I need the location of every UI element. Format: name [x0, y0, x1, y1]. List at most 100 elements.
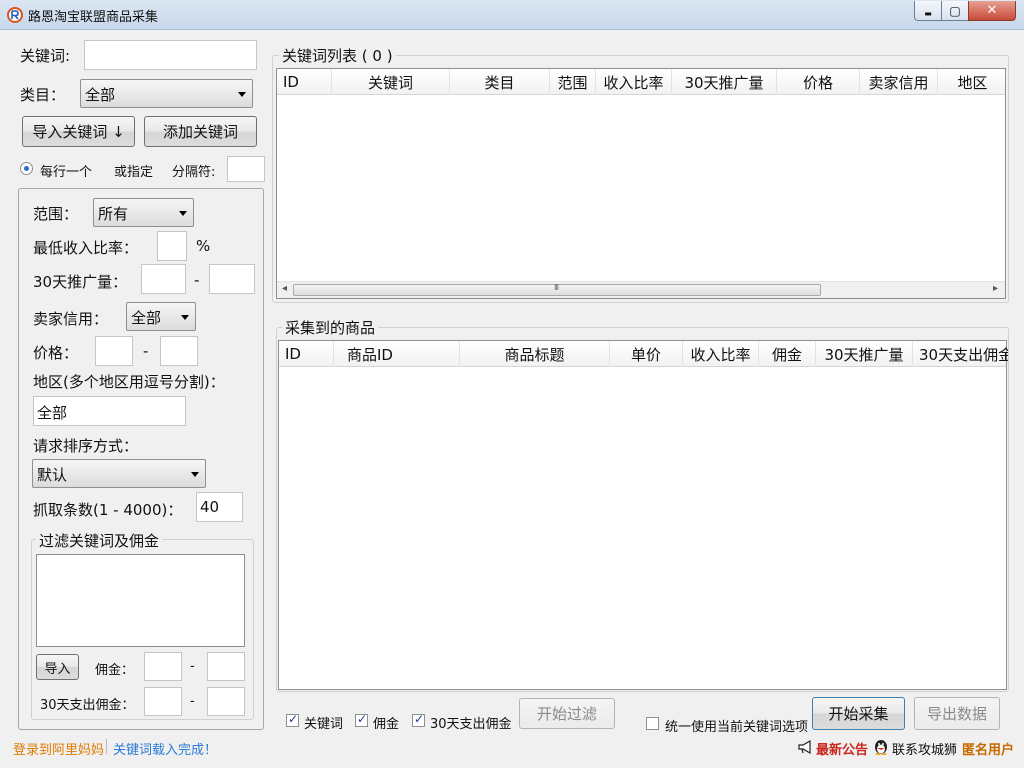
promo30-label: 30天推广量：: [33, 273, 128, 291]
keyword-checkbox-label: 关键词: [304, 717, 344, 732]
start-collect-button[interactable]: 开始采集: [812, 697, 905, 730]
scroll-grip-icon: III: [554, 283, 559, 292]
range-select-value: 所有: [98, 205, 129, 223]
keyword-checkbox[interactable]: [286, 712, 299, 727]
title-bar[interactable]: 路恩淘宝联盟商品采集 ▬ ▢ ✕: [0, 0, 1024, 30]
commission-min-input[interactable]: [144, 652, 182, 681]
sort-select-value: 默认: [37, 466, 68, 484]
credit-select[interactable]: 全部: [126, 302, 196, 331]
import-keyword-button[interactable]: 导入关键词 ↓: [22, 116, 135, 147]
announcement-link[interactable]: 最新公告: [816, 739, 868, 758]
col-spend30[interactable]: 30天支出佣金: [913, 341, 1008, 367]
filter-import-button[interactable]: 导入: [36, 654, 79, 680]
app-logo-icon: [7, 7, 23, 23]
region-label: 地区(多个地区用逗号分割)：: [33, 373, 225, 391]
price-max-input[interactable]: [160, 336, 198, 366]
maximize-icon: ▢: [949, 3, 961, 18]
scroll-left-icon[interactable]: ◂: [282, 283, 287, 294]
close-button[interactable]: ✕: [968, 1, 1016, 21]
sort-label: 请求排序方式：: [33, 437, 139, 455]
col-unit-price[interactable]: 单价: [610, 341, 683, 367]
scroll-thumb[interactable]: III: [293, 283, 821, 296]
col-product-id[interactable]: 商品ID: [334, 341, 460, 367]
spend30-checkbox-label: 30天支出佣金: [430, 717, 512, 732]
per-line-label: 每行一个: [40, 165, 93, 180]
col-category[interactable]: 类目: [450, 69, 550, 95]
col-seller-credit[interactable]: 卖家信用: [860, 69, 938, 95]
region-input[interactable]: 全部: [33, 396, 186, 426]
col-price[interactable]: 价格: [777, 69, 860, 95]
col-product-title[interactable]: 商品标题: [460, 341, 610, 367]
chevron-down-icon: [238, 92, 246, 97]
col-id[interactable]: ID: [277, 69, 332, 95]
spend30-min-input[interactable]: [144, 687, 182, 716]
scroll-right-icon[interactable]: ▸: [993, 283, 998, 294]
sort-select[interactable]: 默认: [32, 459, 206, 488]
login-link[interactable]: 登录到阿里妈妈: [13, 739, 104, 758]
commission-label: 佣金：: [95, 663, 135, 678]
keyword-label: 关键词:: [20, 47, 71, 65]
chevron-down-icon: [181, 315, 189, 320]
products-title: 采集到的商品: [282, 317, 379, 338]
fetch-count-input[interactable]: 40: [196, 492, 243, 522]
col-income-rate[interactable]: 收入比率: [683, 341, 759, 367]
chevron-down-icon: [191, 472, 199, 477]
megaphone-icon: [798, 739, 811, 755]
minimize-icon: ▬: [924, 9, 932, 18]
range-label: 范围：: [33, 205, 79, 223]
filter-keyword-group-title: 过滤关键词及佣金: [36, 530, 163, 551]
range-select[interactable]: 所有: [93, 198, 194, 227]
promo30-dash: -: [194, 271, 200, 289]
commission-checkbox[interactable]: [355, 712, 368, 727]
commission-max-input[interactable]: [207, 652, 245, 681]
add-keyword-button[interactable]: 添加关键词: [144, 116, 257, 147]
col-region[interactable]: 地区: [938, 69, 1007, 95]
col-id[interactable]: ID: [279, 341, 334, 367]
filter-keyword-textarea[interactable]: [36, 554, 245, 647]
min-income-input[interactable]: [157, 231, 187, 261]
col-promo30[interactable]: 30天推广量: [816, 341, 913, 367]
category-label: 类目：: [20, 86, 66, 104]
start-filter-button[interactable]: 开始过滤: [519, 698, 615, 729]
credit-label: 卖家信用：: [33, 310, 109, 328]
chevron-down-icon: [179, 211, 187, 216]
contact-link[interactable]: 联系攻城狮: [892, 739, 957, 758]
per-line-radio[interactable]: [20, 162, 33, 175]
keyword-list-title: 关键词列表 ( 0 ): [279, 45, 396, 66]
price-min-input[interactable]: [95, 336, 133, 366]
promo30-max-input[interactable]: [209, 264, 255, 294]
use-current-label: 统一使用当前关键词选项: [665, 720, 809, 735]
col-keyword[interactable]: 关键词: [332, 69, 450, 95]
price-dash: -: [143, 342, 149, 360]
price-label: 价格：: [33, 344, 79, 362]
category-select[interactable]: 全部: [80, 79, 253, 108]
user-label: 匿名用户: [962, 743, 1015, 758]
col-commission[interactable]: 佣金: [759, 341, 816, 367]
horizontal-scrollbar[interactable]: ◂ III ▸: [277, 281, 1005, 298]
col-promo30[interactable]: 30天推广量: [672, 69, 777, 95]
products-header: ID 商品ID 商品标题 单价 收入比率 佣金 30天推广量 30天支出佣金: [279, 341, 1008, 367]
use-current-checkbox[interactable]: [646, 717, 659, 730]
col-income-rate[interactable]: 收入比率: [596, 69, 672, 95]
col-range[interactable]: 范围: [550, 69, 596, 95]
status-bar: 登录到阿里妈妈 关键词载入完成！ 最新公告 联系攻城狮 匿名用户: [0, 735, 1024, 768]
products-table[interactable]: ID 商品ID 商品标题 单价 收入比率 佣金 30天推广量 30天支出佣金: [278, 340, 1008, 690]
spend30-checkbox[interactable]: [412, 712, 425, 727]
spend30-max-input[interactable]: [207, 687, 245, 716]
keyword-list-table[interactable]: ID 关键词 类目 范围 收入比率 30天推广量 价格 卖家信用 地区 ◂ II…: [276, 68, 1006, 299]
commission-dash: -: [190, 659, 195, 674]
close-icon: ✕: [986, 3, 998, 18]
or-specified-label: 或指定: [114, 165, 154, 180]
separator-input[interactable]: [227, 156, 265, 182]
minimize-button[interactable]: ▬: [914, 1, 942, 21]
keyword-list-header: ID 关键词 类目 范围 收入比率 30天推广量 价格 卖家信用 地区: [277, 69, 1005, 95]
maximize-button[interactable]: ▢: [941, 1, 969, 21]
export-data-button[interactable]: 导出数据: [914, 697, 1000, 730]
spend30-label: 30天支出佣金：: [40, 698, 135, 713]
keyword-input[interactable]: [84, 40, 257, 70]
percent-label: %: [196, 237, 211, 255]
qq-penguin-icon: [875, 740, 887, 755]
status-text: 关键词载入完成！: [113, 743, 218, 758]
promo30-min-input[interactable]: [141, 264, 186, 294]
min-income-label: 最低收入比率：: [33, 239, 139, 257]
